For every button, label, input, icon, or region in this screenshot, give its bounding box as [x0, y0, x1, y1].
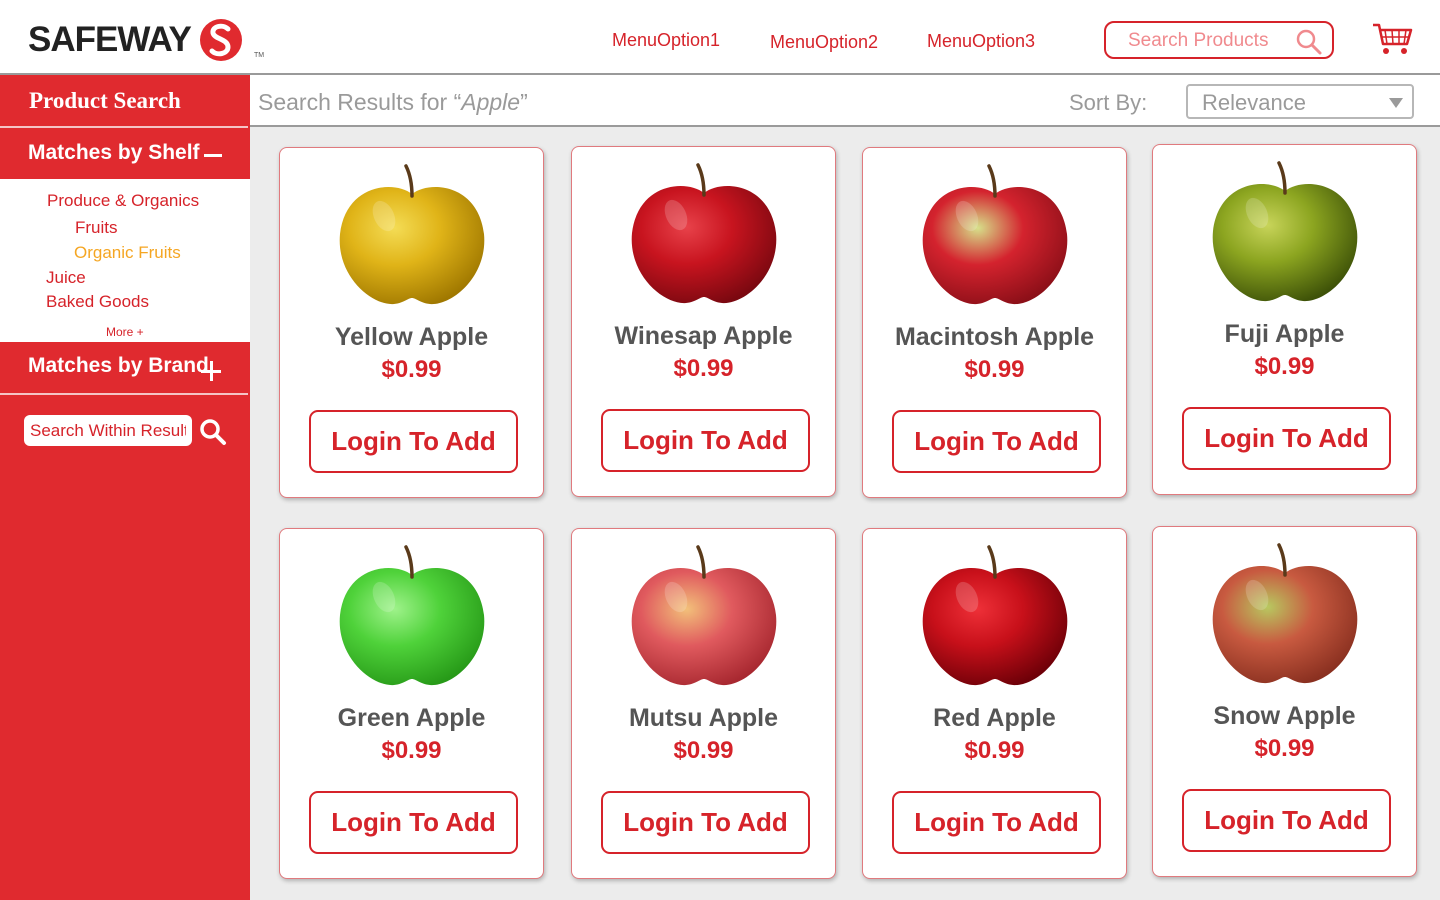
top-header: SAFEWAY TM MenuOption1 MenuOption2 MenuO…	[0, 0, 1440, 75]
shelf-list: Produce & Organics Fruits Organic Fruits…	[0, 179, 250, 342]
sort-by-dropdown[interactable]: Relevance	[1186, 84, 1414, 119]
results-toolbar: Search Results for “Apple” Sort By: Rele…	[250, 75, 1440, 127]
product-card[interactable]: Green Apple $0.99 Login To Add	[279, 528, 544, 879]
product-price: $0.99	[964, 737, 1025, 764]
apple-body	[339, 568, 485, 686]
apple-body	[1212, 566, 1358, 684]
product-price: $0.99	[673, 737, 734, 764]
matches-by-shelf-label: Matches by Shelf	[28, 141, 200, 164]
product-name[interactable]: Macintosh Apple	[863, 323, 1126, 352]
shelf-item-juice[interactable]: Juice	[46, 268, 86, 288]
trademark-mark: TM	[254, 52, 265, 59]
sidebar-divider	[0, 126, 248, 128]
results-suffix: ”	[520, 89, 528, 115]
product-name[interactable]: Fuji Apple	[1153, 320, 1416, 349]
login-to-add-button[interactable]: Login To Add	[309, 791, 518, 854]
apple-body	[631, 186, 777, 304]
product-card[interactable]: Red Apple $0.99 Login To Add	[862, 528, 1127, 879]
shopping-cart-icon[interactable]	[1371, 22, 1413, 56]
menu-option-1[interactable]: MenuOption1	[612, 30, 720, 51]
product-name[interactable]: Green Apple	[280, 704, 543, 733]
apple-body	[1212, 184, 1358, 302]
login-to-add-button[interactable]: Login To Add	[601, 791, 810, 854]
product-card[interactable]: Mutsu Apple $0.99 Login To Add	[571, 528, 836, 879]
login-to-add-button[interactable]: Login To Add	[892, 410, 1101, 473]
results-prefix: Search Results for “	[258, 89, 462, 115]
search-within-results-input[interactable]	[24, 415, 192, 446]
login-to-add-button[interactable]: Login To Add	[1182, 789, 1391, 852]
apple-product-image[interactable]	[1205, 533, 1365, 693]
safeway-s-logo-icon	[199, 19, 242, 61]
product-card[interactable]: Macintosh Apple $0.99 Login To Add	[862, 147, 1127, 498]
product-card[interactable]: Fuji Apple $0.99 Login To Add	[1152, 144, 1417, 495]
product-price: $0.99	[1254, 735, 1315, 762]
sidebar-title-row: Product Search	[0, 75, 250, 127]
product-name[interactable]: Red Apple	[863, 704, 1126, 733]
search-query: Apple	[461, 89, 521, 115]
menu-option-3[interactable]: MenuOption3	[927, 31, 1035, 52]
logo-wordmark: SAFEWAY	[28, 20, 192, 59]
apple-body	[922, 568, 1068, 686]
safeway-logo[interactable]: SAFEWAY	[28, 18, 243, 62]
apple-body	[339, 187, 485, 305]
product-price: $0.99	[381, 356, 442, 383]
search-products-input[interactable]	[1128, 29, 1288, 53]
product-card[interactable]: Snow Apple $0.99 Login To Add	[1152, 526, 1417, 877]
apple-body	[922, 187, 1068, 305]
chevron-down-icon	[1389, 98, 1403, 108]
matches-by-brand-label: Matches by Brand	[28, 354, 209, 377]
apple-product-image[interactable]	[624, 153, 784, 313]
menu-option-2[interactable]: MenuOption2	[770, 32, 878, 53]
apple-product-image[interactable]	[624, 535, 784, 695]
filter-sidebar: Product Search Matches by Shelf Produce …	[0, 75, 250, 900]
apple-product-image[interactable]	[915, 535, 1075, 695]
search-results-heading: Search Results for “Apple”	[258, 89, 528, 116]
matches-by-brand-toggle[interactable]: Matches by Brand	[0, 343, 250, 393]
product-price: $0.99	[381, 737, 442, 764]
sort-by-label: Sort By:	[1069, 90, 1148, 115]
product-name[interactable]: Mutsu Apple	[572, 704, 835, 733]
product-search-box[interactable]	[1104, 21, 1334, 59]
shelf-item-produce-organics[interactable]: Produce & Organics	[47, 191, 199, 211]
shelf-item-organic-fruits[interactable]: Organic Fruits	[74, 243, 181, 263]
product-price: $0.99	[673, 355, 734, 382]
apple-product-image[interactable]	[332, 154, 492, 314]
apple-product-image[interactable]	[915, 154, 1075, 314]
shelf-item-fruits[interactable]: Fruits	[75, 218, 118, 238]
apple-product-image[interactable]	[1205, 151, 1365, 311]
sidebar-divider	[0, 393, 248, 395]
product-name[interactable]: Snow Apple	[1153, 702, 1416, 731]
product-card[interactable]: Yellow Apple $0.99 Login To Add	[279, 147, 544, 498]
login-to-add-button[interactable]: Login To Add	[309, 410, 518, 473]
apple-product-image[interactable]	[332, 535, 492, 695]
login-to-add-button[interactable]: Login To Add	[892, 791, 1101, 854]
sort-selected-value: Relevance	[1202, 90, 1306, 115]
product-price: $0.99	[1254, 353, 1315, 380]
product-name[interactable]: Winesap Apple	[572, 322, 835, 351]
search-icon[interactable]	[198, 417, 228, 447]
shelf-more-link[interactable]: More +	[106, 325, 144, 339]
expand-plus-icon[interactable]	[201, 361, 221, 381]
login-to-add-button[interactable]: Login To Add	[601, 409, 810, 472]
product-price: $0.99	[964, 356, 1025, 383]
sidebar-title: Product Search	[29, 88, 181, 113]
search-icon[interactable]	[1295, 28, 1323, 56]
shelf-item-baked-goods[interactable]: Baked Goods	[46, 292, 149, 312]
collapse-minus-icon[interactable]	[204, 154, 222, 157]
apple-body	[631, 568, 777, 686]
product-name[interactable]: Yellow Apple	[280, 323, 543, 352]
product-card[interactable]: Winesap Apple $0.99 Login To Add	[571, 146, 836, 497]
login-to-add-button[interactable]: Login To Add	[1182, 407, 1391, 470]
matches-by-shelf-toggle[interactable]: Matches by Shelf	[0, 129, 250, 179]
